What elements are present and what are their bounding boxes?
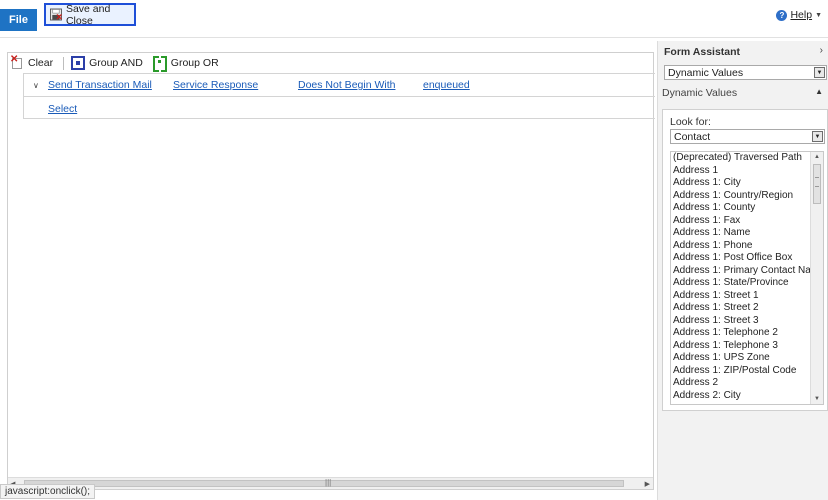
scrollbar-thumb[interactable] — [813, 164, 821, 204]
select-link[interactable]: Select — [48, 103, 77, 115]
scrollbar-thumb[interactable]: ||| — [24, 478, 624, 487]
field-list-item[interactable]: Address 1: Fax — [671, 215, 811, 228]
field-list-item[interactable]: Address 1: Primary Contact Nam — [671, 265, 811, 278]
condition-editor: ✕ Clear Group AND Group OR ∨ Send Transa… — [7, 52, 655, 490]
save-and-close-button[interactable]: Save and Close — [44, 2, 136, 27]
field-list-item[interactable]: Address 1: Phone — [671, 240, 811, 253]
dynamic-values-section-header[interactable]: Dynamic Values ▲ — [658, 84, 828, 102]
field-list-item[interactable]: Address 1: Telephone 2 — [671, 327, 811, 340]
field-list-item[interactable]: Address 1: UPS Zone — [671, 352, 811, 365]
condition-operator-link[interactable]: Does Not Begin With — [298, 79, 395, 91]
chevron-right-icon[interactable]: › — [820, 45, 823, 56]
status-text: javascript:onclick(); — [5, 486, 91, 497]
look-for-label: Look for: — [670, 116, 711, 128]
field-list-item[interactable]: Address 1: Post Office Box — [671, 252, 811, 265]
help-button[interactable]: ? Help ▼ — [776, 9, 822, 21]
field-list-item[interactable]: Address 1: Telephone 3 — [671, 340, 811, 353]
condition-field-link[interactable]: Service Response — [173, 79, 258, 91]
field-list-item[interactable]: Address 1: Street 1 — [671, 290, 811, 303]
field-list-item[interactable]: Address 1: County — [671, 202, 811, 215]
group-or-label: Group OR — [170, 57, 219, 69]
scroll-down-icon[interactable]: ▼ — [814, 396, 820, 402]
look-for-value: Contact — [674, 130, 711, 143]
condition-value-link[interactable]: enqueued — [423, 79, 470, 91]
field-list-item[interactable]: Address 1 — [671, 165, 811, 178]
field-list-item[interactable]: Address 1: Street 3 — [671, 315, 811, 328]
add-condition-row: Select — [24, 97, 655, 120]
editor-toolbar: ✕ Clear Group AND Group OR — [8, 53, 653, 73]
assistant-mode-select[interactable]: Dynamic Values ▼ — [664, 65, 827, 80]
group-and-icon — [71, 56, 86, 70]
group-or-button[interactable]: Group OR — [152, 56, 219, 72]
group-and-button[interactable]: Group AND — [71, 56, 143, 70]
horizontal-scrollbar[interactable]: ◀ ||| ▶ — [8, 477, 653, 489]
help-icon: ? — [776, 9, 788, 21]
assistant-mode-value: Dynamic Values — [668, 66, 744, 79]
dropdown-arrow-icon[interactable]: ▼ — [812, 131, 823, 142]
field-list-item[interactable]: (Deprecated) Traversed Path — [671, 152, 811, 165]
dynamic-values-panel: Look for: Contact ▼ (Deprecated) Travers… — [662, 109, 828, 411]
form-assistant-panel: Form Assistant › Dynamic Values ▼ Dynami… — [657, 41, 828, 500]
condition-entity-link[interactable]: Send Transaction Mail — [48, 79, 152, 91]
field-list-item[interactable]: Address 1: Country/Region — [671, 190, 811, 203]
field-list-item[interactable]: Address 1: Street 2 — [671, 302, 811, 315]
field-listbox[interactable]: (Deprecated) Traversed Path Address 1 Addr… — [670, 151, 824, 405]
grip-icon: ||| — [325, 478, 332, 487]
clear-icon: ✕ — [10, 55, 24, 69]
status-bar: javascript:onclick(); — [0, 484, 96, 499]
field-list-item[interactable]: Address 1: Name — [671, 227, 811, 240]
section-label: Dynamic Values — [662, 87, 738, 99]
field-list-item[interactable]: Address 1: ZIP/Postal Code — [671, 365, 811, 378]
help-label: Help — [790, 9, 813, 21]
scroll-right-icon[interactable]: ▶ — [645, 480, 650, 488]
condition-row: ∨ Send Transaction Mail Service Response… — [24, 74, 655, 97]
field-list: (Deprecated) Traversed Path Address 1 Addr… — [671, 152, 811, 402]
dropdown-arrow-icon[interactable]: ▼ — [814, 67, 825, 78]
form-assistant-title: Form Assistant — [664, 46, 741, 58]
condition-group: ∨ Send Transaction Mail Service Response… — [23, 73, 655, 119]
look-for-select[interactable]: Contact ▼ — [670, 129, 825, 144]
field-list-item[interactable]: Address 1: City — [671, 177, 811, 190]
clear-button[interactable]: ✕ Clear — [10, 55, 54, 69]
ribbon: File Save and Close ? Help ▼ — [0, 0, 828, 38]
save-and-close-label: Save and Close — [65, 2, 111, 27]
clear-label: Clear — [28, 57, 54, 69]
file-tab-label: File — [9, 14, 28, 26]
chevron-down-icon[interactable]: ∨ — [33, 81, 39, 90]
save-close-icon — [50, 8, 62, 21]
chevron-down-icon: ▼ — [815, 11, 822, 19]
group-and-label: Group AND — [89, 57, 143, 69]
group-or-icon — [152, 56, 167, 72]
field-list-item[interactable]: Address 2 — [671, 377, 811, 390]
toolbar-divider — [63, 56, 65, 70]
vertical-scrollbar[interactable]: ▲ ▼ — [810, 152, 823, 404]
caret-up-icon[interactable]: ▲ — [815, 87, 823, 96]
field-list-item[interactable]: Address 1: State/Province — [671, 277, 811, 290]
field-list-item[interactable]: Address 2: City — [671, 390, 811, 403]
scroll-up-icon[interactable]: ▲ — [814, 154, 820, 160]
file-tab[interactable]: File — [0, 9, 37, 31]
